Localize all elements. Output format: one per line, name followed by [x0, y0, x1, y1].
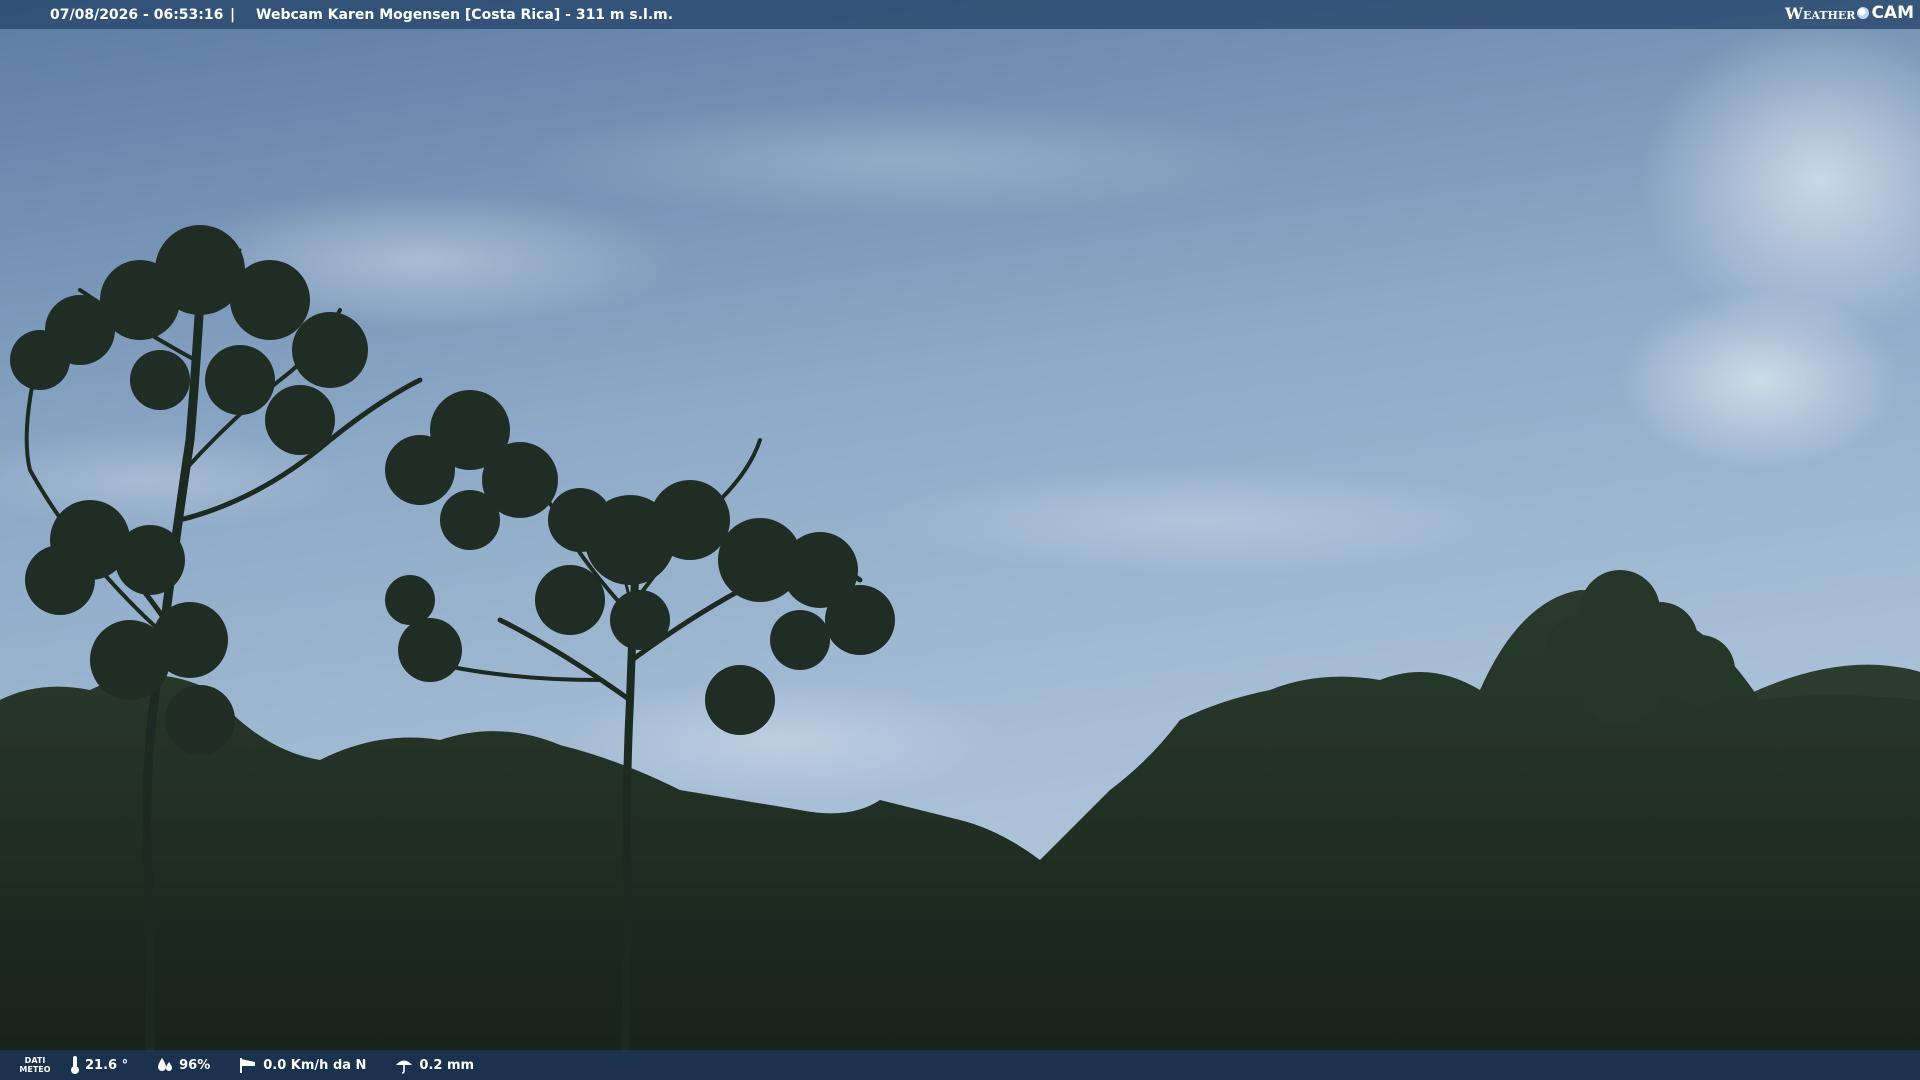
- wind-value: 0.0 Km/h da N: [263, 1057, 367, 1073]
- logo-cam-text: CAM: [1871, 3, 1914, 23]
- logo-dot-icon: [1857, 7, 1870, 19]
- wind-sock-icon: [240, 1058, 256, 1073]
- timestamp: 07/08/2026 - 06:53:16: [50, 6, 224, 23]
- rain-value: 0.2 mm: [419, 1057, 475, 1073]
- temperature-value: 21.6 °: [85, 1057, 129, 1073]
- weathercam-logo: Weather CAM: [1785, 3, 1914, 23]
- thermometer-icon: [71, 1056, 79, 1074]
- temperature-reading: 21.6 °: [70, 1055, 128, 1075]
- humidity-drops-icon: [158, 1058, 173, 1071]
- meteo-bar: DATI METEO 21.6 ° 96% 0.0 Km/h da N 0.2 …: [0, 1050, 1920, 1080]
- rain-reading: 0.2 mm: [394, 1056, 474, 1074]
- separator: |: [230, 6, 236, 23]
- meteo-label: DATI METEO: [19, 1056, 51, 1074]
- rain-umbrella-icon: [396, 1060, 413, 1074]
- logo-weather-text: Weather: [1785, 3, 1856, 23]
- wind-reading: 0.0 Km/h da N: [238, 1056, 366, 1074]
- webcam-image: [0, 0, 1920, 1080]
- webcam-title: Webcam Karen Mogensen [Costa Rica] - 311…: [256, 6, 674, 23]
- humidity-reading: 96%: [156, 1056, 210, 1074]
- humidity-value: 96%: [179, 1057, 211, 1073]
- header-bar: 07/08/2026 - 06:53:16 | Webcam Karen Mog…: [0, 0, 1920, 29]
